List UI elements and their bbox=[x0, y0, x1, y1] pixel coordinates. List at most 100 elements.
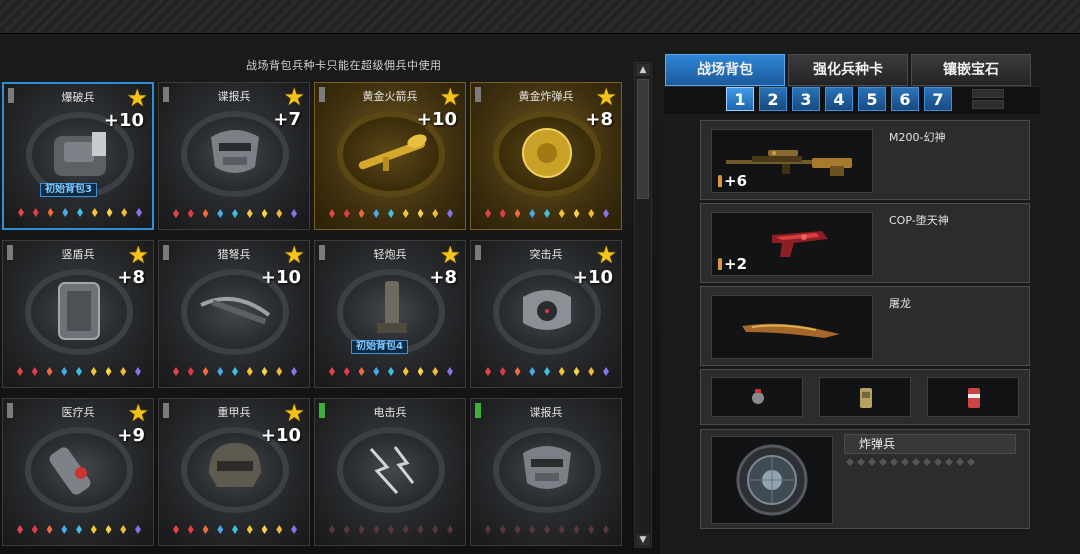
card-name: 电击兵 bbox=[373, 406, 407, 419]
class-card[interactable]: 谍报兵 ★ +7 bbox=[158, 82, 310, 230]
melee-weapon-image bbox=[711, 295, 873, 359]
gem-row bbox=[18, 208, 142, 218]
gem-icon bbox=[261, 367, 268, 376]
gem-icon bbox=[573, 367, 580, 376]
class-card[interactable]: 猎弩兵 ★ +10 bbox=[158, 240, 310, 388]
gem-icon bbox=[544, 367, 550, 376]
primary-weapon-slot[interactable]: +6 M200-幻神 bbox=[700, 120, 1030, 200]
gem-icon bbox=[499, 525, 506, 534]
gem-icon bbox=[202, 367, 209, 376]
gem-icon bbox=[447, 209, 453, 218]
gem-icon bbox=[329, 367, 335, 376]
class-card[interactable]: 黄金火箭兵 ★ +10 bbox=[314, 82, 466, 230]
secondary-weapon-image: +2 bbox=[711, 212, 873, 276]
star-icon: ★ bbox=[283, 83, 305, 111]
secondary-count: +2 bbox=[718, 255, 747, 273]
gem-icon bbox=[276, 209, 283, 218]
gem-icon bbox=[388, 209, 394, 218]
gem-icon bbox=[261, 525, 268, 534]
star-icon: ★ bbox=[595, 83, 617, 111]
gem-row bbox=[173, 209, 297, 219]
gem-icon bbox=[202, 209, 209, 218]
scroll-up-arrow-icon[interactable]: ▲ bbox=[636, 64, 650, 76]
gem-row bbox=[329, 367, 453, 377]
tab-gem-inlay[interactable]: 镶嵌宝石 bbox=[911, 54, 1031, 86]
gem-row bbox=[485, 367, 609, 377]
grenade-slots bbox=[700, 369, 1030, 425]
gem-icon bbox=[261, 209, 268, 218]
gem-icon bbox=[77, 208, 83, 217]
card-level: +8 bbox=[585, 109, 613, 130]
star-icon: ★ bbox=[283, 241, 305, 269]
flash-grenade-icon bbox=[752, 389, 764, 404]
gem-icon bbox=[120, 525, 127, 534]
gem-icon bbox=[135, 367, 141, 376]
page-button[interactable]: 5 bbox=[858, 87, 886, 111]
class-card[interactable]: 黄金炸弹兵 ★ +8 bbox=[470, 82, 622, 230]
electric-icon bbox=[369, 446, 415, 495]
class-card[interactable]: 竖盾兵 ★ +8 bbox=[2, 240, 154, 388]
class-card[interactable]: 轻炮兵 ★ +8 初始背包4 bbox=[314, 240, 466, 388]
gem-icon bbox=[291, 367, 297, 376]
tab-enhance-card[interactable]: 强化兵种卡 bbox=[788, 54, 908, 86]
gem-icon bbox=[187, 367, 194, 376]
page-button[interactable]: 1 bbox=[726, 87, 754, 111]
backpack-pages: 1234567 bbox=[726, 87, 952, 111]
page-button[interactable]: 7 bbox=[924, 87, 952, 111]
gem-icon bbox=[276, 525, 283, 534]
class-card[interactable]: 电击兵 bbox=[314, 398, 466, 546]
gem-icon bbox=[417, 367, 424, 376]
gem-icon bbox=[17, 525, 23, 534]
gem-icon bbox=[529, 367, 536, 376]
card-level: +8 bbox=[429, 267, 457, 288]
grenade-slot-2[interactable] bbox=[819, 377, 911, 417]
gem-icon bbox=[514, 367, 521, 376]
melee-weapon-slot[interactable]: 屠龙 bbox=[700, 286, 1030, 366]
gem-icon bbox=[32, 208, 39, 217]
gem-icon bbox=[358, 367, 365, 376]
pager-arrows[interactable] bbox=[972, 89, 1004, 109]
gem-icon bbox=[291, 209, 297, 218]
page-button[interactable]: 2 bbox=[759, 87, 787, 111]
class-card-image bbox=[711, 436, 833, 524]
secondary-weapon-slot[interactable]: +2 COP-堕天神 bbox=[700, 203, 1030, 283]
gem-row bbox=[17, 525, 141, 535]
gem-icon bbox=[343, 209, 350, 218]
class-card[interactable]: 医疗兵 ★ +9 bbox=[2, 398, 154, 546]
gem-icon bbox=[46, 525, 53, 534]
class-gem-slots bbox=[846, 458, 975, 466]
grenade-slot-1[interactable] bbox=[711, 377, 803, 417]
gem-icon bbox=[291, 525, 297, 534]
gem-icon bbox=[31, 525, 38, 534]
card-scrollbar[interactable]: ▲ ▼ bbox=[634, 62, 652, 548]
scroll-thumb[interactable] bbox=[637, 79, 649, 199]
tab-battle-backpack[interactable]: 战场背包 bbox=[665, 54, 785, 86]
class-card[interactable]: 突击兵 ★ +10 bbox=[470, 240, 622, 388]
gem-icon bbox=[485, 367, 491, 376]
gem-icon bbox=[588, 367, 595, 376]
primary-weapon-name: M200-幻神 bbox=[889, 131, 946, 144]
page-button[interactable]: 3 bbox=[792, 87, 820, 111]
class-card[interactable]: 爆破兵 ★ +10 初始背包3 bbox=[2, 82, 154, 230]
class-card[interactable]: 重甲兵 ★ +10 bbox=[158, 398, 310, 546]
class-card[interactable]: 谍报兵 bbox=[470, 398, 622, 546]
gem-icon bbox=[17, 367, 23, 376]
star-icon: ★ bbox=[595, 241, 617, 269]
gem-icon bbox=[61, 525, 68, 534]
page-button[interactable]: 6 bbox=[891, 87, 919, 111]
pager-up-icon[interactable] bbox=[972, 89, 1004, 98]
page-button[interactable]: 4 bbox=[825, 87, 853, 111]
card-level: +9 bbox=[117, 425, 145, 446]
pager-down-icon[interactable] bbox=[972, 100, 1004, 109]
gem-icon bbox=[173, 209, 179, 218]
grenade-slot-3[interactable] bbox=[927, 377, 1019, 417]
gem-row bbox=[329, 525, 453, 535]
primary-count: +6 bbox=[718, 172, 747, 190]
card-level: +10 bbox=[260, 267, 301, 288]
gem-icon bbox=[373, 367, 380, 376]
gem-icon bbox=[91, 208, 98, 217]
gem-row bbox=[485, 209, 609, 219]
gem-row bbox=[173, 525, 297, 535]
gem-icon bbox=[90, 525, 97, 534]
scroll-down-arrow-icon[interactable]: ▼ bbox=[636, 534, 650, 546]
